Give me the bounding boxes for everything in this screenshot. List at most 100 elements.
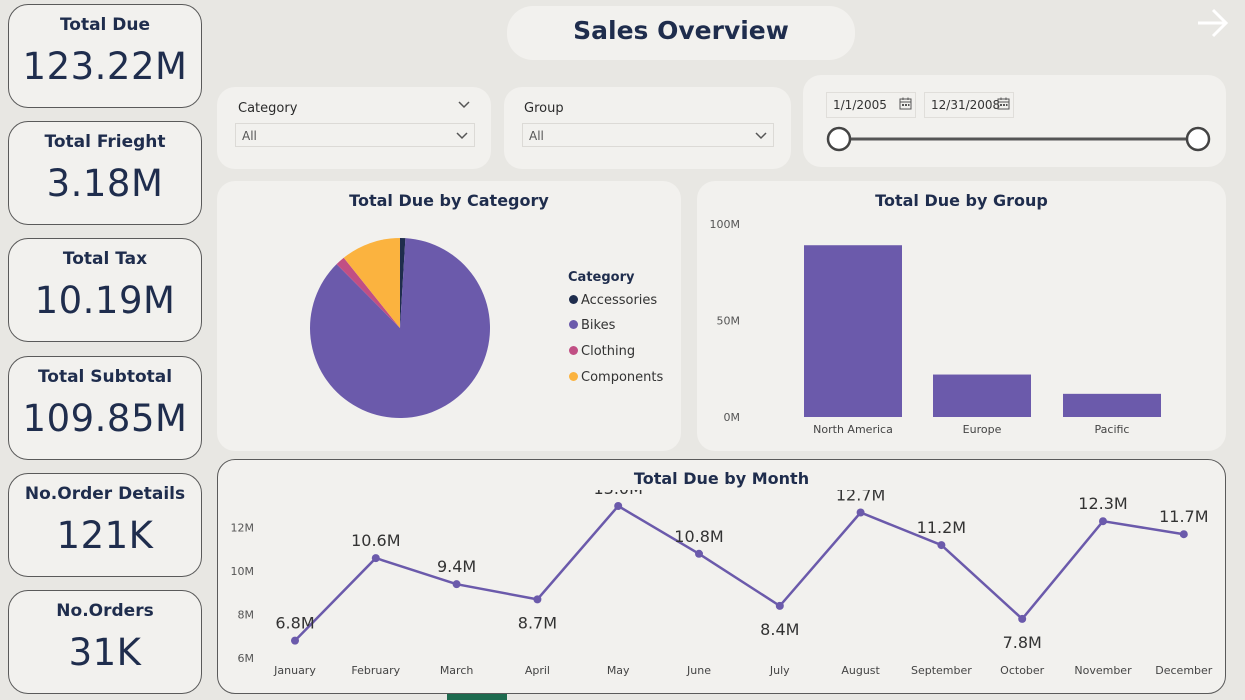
- calendar-icon[interactable]: [899, 97, 912, 110]
- line-point[interactable]: [452, 580, 461, 589]
- bar-north-america[interactable]: [804, 245, 902, 417]
- line-data-label: 9.4M: [437, 557, 476, 576]
- group-slicer: Group All: [504, 87, 791, 169]
- chevron-down-icon: [456, 132, 468, 140]
- line-y-tick: 10M: [231, 565, 255, 578]
- line-x-tick: January: [273, 664, 316, 677]
- category-slicer: Category All: [217, 87, 491, 169]
- chevron-down-icon[interactable]: [458, 101, 470, 109]
- legend-label: Bikes: [581, 318, 616, 333]
- kpi-label: Total Due: [59, 15, 151, 35]
- line-data-label: 10.8M: [674, 527, 723, 546]
- kpi-label: Total Frieght: [44, 132, 166, 152]
- category-dropdown[interactable]: All: [235, 123, 475, 147]
- category-dropdown-value: All: [242, 129, 257, 143]
- line-chart-title: Total Due by Month: [633, 469, 810, 488]
- kpi-card-total-tax: Total Tax 10.19M: [8, 238, 202, 342]
- legend-label: Clothing: [581, 344, 636, 359]
- kpi-value: 31K: [68, 631, 142, 674]
- line-point[interactable]: [695, 549, 703, 558]
- legend-item-components[interactable]: Components: [569, 370, 663, 385]
- legend-label: Components: [581, 370, 664, 385]
- line-x-tick: August: [841, 664, 880, 677]
- kpi-label: No.Order Details: [24, 484, 186, 504]
- page-title-card: Sales Overview: [507, 6, 855, 60]
- page-title: Sales Overview: [573, 16, 789, 45]
- group-dropdown-value: All: [529, 129, 544, 143]
- bar-europe[interactable]: [933, 374, 1031, 417]
- line-point[interactable]: [1099, 517, 1107, 526]
- line-data-label: 12.3M: [1078, 494, 1127, 513]
- calendar-icon[interactable]: [997, 97, 1010, 110]
- kpi-card-orders: No.Orders 31K: [8, 590, 202, 694]
- bar-chart-title: Total Due by Group: [875, 191, 1048, 210]
- start-date-value: 1/1/2005: [833, 98, 887, 112]
- arrow-right-icon[interactable]: [1195, 6, 1229, 40]
- line-point[interactable]: [856, 508, 865, 517]
- line-point[interactable]: [1179, 530, 1188, 539]
- pie-legend-title: Category: [568, 270, 635, 285]
- slider-start-handle[interactable]: [826, 126, 852, 152]
- line-data-label: 8.7M: [518, 613, 557, 632]
- line-x-tick: July: [769, 664, 790, 677]
- bar-x-tick: Europe: [963, 423, 1002, 436]
- bar-chart: 0M 50M 100M North America Europe Pacific: [710, 218, 1161, 436]
- kpi-label: Total Tax: [62, 249, 148, 269]
- kpi-label: Total Subtotal: [37, 367, 173, 387]
- line-data-label: 11.2M: [917, 518, 966, 537]
- line-data-label: 13.0M: [593, 490, 642, 498]
- line-data-label: 11.7M: [1159, 507, 1208, 526]
- legend-dot: [569, 372, 578, 381]
- line-point[interactable]: [775, 601, 784, 610]
- legend-dot: [569, 295, 578, 304]
- end-date-value: 12/31/2008: [931, 98, 1001, 112]
- line-series: [294, 504, 1184, 642]
- date-range-slider[interactable]: [820, 124, 1215, 154]
- group-dropdown[interactable]: All: [522, 123, 774, 147]
- line-x-tick: December: [1155, 664, 1213, 677]
- line-x-tick: February: [351, 664, 400, 677]
- kpi-card-total-freight: Total Frieght 3.18M: [8, 121, 202, 225]
- line-x-tick: September: [911, 664, 972, 677]
- line-x-tick: November: [1074, 664, 1132, 677]
- legend-item-bikes[interactable]: Bikes: [569, 318, 615, 333]
- line-x-tick: March: [440, 664, 474, 677]
- line-x-tick: October: [1000, 664, 1044, 677]
- line-point[interactable]: [371, 554, 380, 563]
- line-point[interactable]: [291, 636, 299, 645]
- line-x-tick: April: [525, 664, 550, 677]
- slider-end-handle[interactable]: [1185, 126, 1211, 152]
- line-y-tick: 12M: [231, 522, 255, 535]
- bar-y-tick: 100M: [710, 218, 741, 231]
- line-point[interactable]: [614, 502, 623, 510]
- page-tab-indicator[interactable]: [447, 694, 507, 700]
- bar-pacific[interactable]: [1063, 393, 1161, 417]
- line-chart: 6M 8M 10M 12M 6.8M January 10.6M February 9.4M Ma…: [231, 490, 1213, 677]
- bar-x-tick: North America: [813, 423, 893, 436]
- kpi-value: 10.19M: [34, 279, 176, 322]
- legend-dot: [569, 320, 578, 329]
- line-point[interactable]: [533, 595, 542, 604]
- kpi-value: 121K: [56, 514, 154, 557]
- line-data-label: 12.7M: [836, 490, 885, 505]
- pie-chart: [310, 238, 490, 418]
- line-data-label: 8.4M: [760, 620, 799, 639]
- line-data-label: 10.6M: [351, 531, 400, 550]
- bar-y-tick: 0M: [724, 411, 741, 424]
- legend-label: Accessories: [581, 293, 658, 308]
- line-data-label: 6.8M: [275, 614, 314, 633]
- legend-item-clothing[interactable]: Clothing: [569, 344, 635, 359]
- chevron-down-icon: [755, 132, 767, 140]
- legend-dot: [569, 346, 578, 355]
- kpi-card-total-due: Total Due 123.22M: [8, 4, 202, 108]
- kpi-label: No.Orders: [56, 601, 154, 621]
- kpi-value: 109.85M: [22, 397, 188, 440]
- line-point[interactable]: [937, 541, 946, 550]
- line-point[interactable]: [1018, 614, 1027, 623]
- line-y-tick: 8M: [238, 609, 255, 622]
- line-y-tick: 6M: [238, 652, 255, 665]
- group-slicer-label: Group: [524, 101, 564, 116]
- legend-item-accessories[interactable]: Accessories: [569, 293, 657, 308]
- bar-x-tick: Pacific: [1095, 423, 1130, 436]
- kpi-card-order-details: No.Order Details 121K: [8, 473, 202, 577]
